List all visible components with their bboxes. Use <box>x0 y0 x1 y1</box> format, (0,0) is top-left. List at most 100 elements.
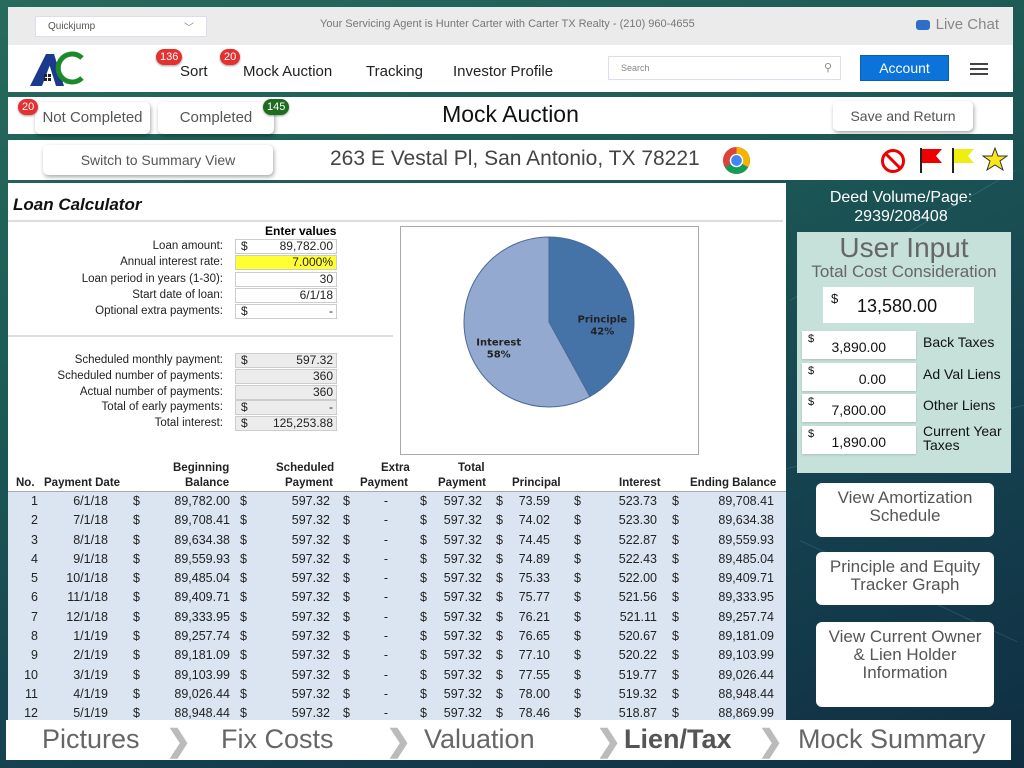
table-cell: 597.32 <box>291 667 330 682</box>
company-logo[interactable] <box>28 48 88 88</box>
dollar-sign: $ <box>420 513 427 528</box>
owner-lien-info-button[interactable]: View Current Owner & Lien Holder Informa… <box>816 622 994 707</box>
table-cell: - <box>383 590 388 605</box>
dollar-sign: $ <box>672 551 679 566</box>
breadcrumb-mock-summary[interactable]: Mock Summary <box>798 724 986 755</box>
account-button[interactable]: Account <box>860 55 949 81</box>
switch-summary-view-button[interactable]: Switch to Summary View <box>43 145 273 175</box>
breadcrumb-fix-costs[interactable]: Fix Costs <box>221 724 334 755</box>
nav-tracking[interactable]: Tracking <box>366 63 423 80</box>
input-label: Annual interest rate: <box>120 256 223 269</box>
search-input[interactable]: Search ⚲ <box>608 56 841 80</box>
output-value: 125,253.88 <box>272 416 333 431</box>
star-icon[interactable] <box>982 146 1008 172</box>
breadcrumb-pictures[interactable]: Pictures <box>42 724 140 755</box>
table-cell: 597.32 <box>443 667 482 682</box>
table-cell: - <box>383 648 388 663</box>
dollar-sign: $ <box>672 532 679 547</box>
quickjump-select[interactable]: Quickjump ﹀ <box>35 16 207 37</box>
lien-field-value: 3,890.00 <box>831 339 887 355</box>
dollar-sign: $ <box>496 532 503 547</box>
table-cell: 523.73 <box>618 494 657 508</box>
dollar-sign: $ <box>343 590 350 605</box>
total-cost-field[interactable]: $ 13,580.00 <box>823 287 974 323</box>
yellow-flag-icon[interactable] <box>950 146 976 174</box>
not-completed-button[interactable]: Not Completed <box>35 102 150 134</box>
completed-button[interactable]: Completed <box>158 102 274 134</box>
input-value: 89,782.00 <box>279 239 333 253</box>
input-value-cell[interactable]: $ - <box>235 304 337 320</box>
dollar-sign: $ <box>672 629 679 644</box>
lien-field-value: 7,800.00 <box>831 402 887 418</box>
input-value-cell[interactable]: 6/1/18 <box>235 287 337 303</box>
nav-sort[interactable]: Sort <box>180 63 208 80</box>
table-cell: - <box>383 571 388 586</box>
lien-field-input[interactable]: $0.00 <box>802 362 916 391</box>
table-cell: 7 <box>31 609 38 624</box>
view-amortization-button[interactable]: View Amortization Schedule <box>816 483 994 537</box>
lien-field-input[interactable]: $3,890.00 <box>802 331 916 359</box>
live-chat-label: Live Chat <box>935 16 999 33</box>
search-icon[interactable]: ⚲ <box>824 61 832 74</box>
dollar-sign: $ <box>133 571 140 586</box>
dollar-sign: $ <box>133 667 140 682</box>
dollar-sign: $ <box>343 513 350 528</box>
breadcrumb-lien-tax[interactable]: Lien/Tax <box>624 724 732 755</box>
input-label: Optional extra payments: <box>95 305 223 318</box>
table-cell: 6/1/18 <box>73 494 108 508</box>
hamburger-menu-icon[interactable] <box>970 63 988 78</box>
table-cell: 76.21 <box>518 609 550 624</box>
output-label: Total of early payments: <box>101 401 223 414</box>
table-cell: 88,869.99 <box>718 706 774 720</box>
dollar-sign: $ <box>240 590 247 605</box>
input-label: Loan amount: <box>152 240 223 252</box>
dollar-sign: $ <box>496 571 503 586</box>
prohibited-icon[interactable] <box>880 148 906 174</box>
dollar-sign: $ <box>240 494 247 508</box>
input-value-cell[interactable]: 30 <box>235 271 337 287</box>
table-row: 11 4/1/19 $89,026.44 $597.32 $ - $597.32 $78.00… <box>8 684 786 705</box>
lien-field-input[interactable]: $7,800.00 <box>802 394 916 422</box>
table-cell: 1 <box>31 494 38 508</box>
dollar-sign: $ <box>574 532 581 547</box>
live-chat-button[interactable]: Live Chat <box>915 16 999 33</box>
table-cell: 11 <box>25 686 38 701</box>
output-value-cell: 360 <box>235 368 337 384</box>
mock-auction-badge: 20 <box>220 49 241 65</box>
lien-field-input[interactable]: $1,890.00 <box>802 425 916 454</box>
col-tot1: Total <box>458 462 485 474</box>
nav-mock-auction[interactable]: Mock Auction <box>243 63 332 80</box>
workflow-breadcrumbs: Pictures ❯ Fix Costs ❯ Valuation ❯ Lien/Tax ❯ Mo… <box>6 720 1011 760</box>
table-cell: 523.30 <box>618 513 657 528</box>
nav-investor-profile[interactable]: Investor Profile <box>453 63 553 80</box>
lien-field-value: 0.00 <box>858 370 886 387</box>
red-flag-icon[interactable] <box>918 146 944 174</box>
table-row: 7 12/1/18 $89,333.95 $597.32 $ - $597.32 $76.21… <box>8 607 786 628</box>
table-cell: 89,782.00 <box>174 494 230 508</box>
completed-badge: 145 <box>263 99 290 115</box>
table-cell: 597.32 <box>291 609 330 624</box>
dollar-sign: $ <box>343 494 350 508</box>
input-value-cell[interactable]: $89,782.00 <box>235 239 337 254</box>
table-row: 5 10/1/18 $89,485.04 $597.32 $ - $597.32 $75.33… <box>8 569 786 589</box>
table-row: 6 11/1/18 $89,409.71 $597.32 $ - $597.32 $75.77… <box>8 588 786 608</box>
equity-tracker-button[interactable]: Principle and Equity Tracker Graph <box>816 552 994 605</box>
breadcrumb-valuation[interactable]: Valuation <box>424 724 535 755</box>
table-cell: - <box>383 532 388 547</box>
dollar-sign: $ <box>496 686 503 701</box>
chrome-icon[interactable] <box>722 146 751 175</box>
col-principal: Principal <box>512 477 561 489</box>
table-cell: 520.22 <box>618 648 657 663</box>
table-cell: 89,181.09 <box>174 648 230 663</box>
input-value-cell[interactable]: 7.000% <box>235 255 337 271</box>
table-cell: 597.32 <box>443 648 482 663</box>
table-cell: 11/1/18 <box>67 590 108 605</box>
dollar-sign: $ <box>343 571 350 586</box>
save-and-return-button[interactable]: Save and Return <box>833 101 973 131</box>
dollar-sign: $ <box>133 609 140 624</box>
table-cell: 520.67 <box>618 629 657 644</box>
dollar-sign: $ <box>496 609 503 624</box>
dollar-sign: $ <box>241 304 248 319</box>
table-cell: 8/1/18 <box>73 532 108 547</box>
dollar-sign: $ <box>496 494 503 508</box>
